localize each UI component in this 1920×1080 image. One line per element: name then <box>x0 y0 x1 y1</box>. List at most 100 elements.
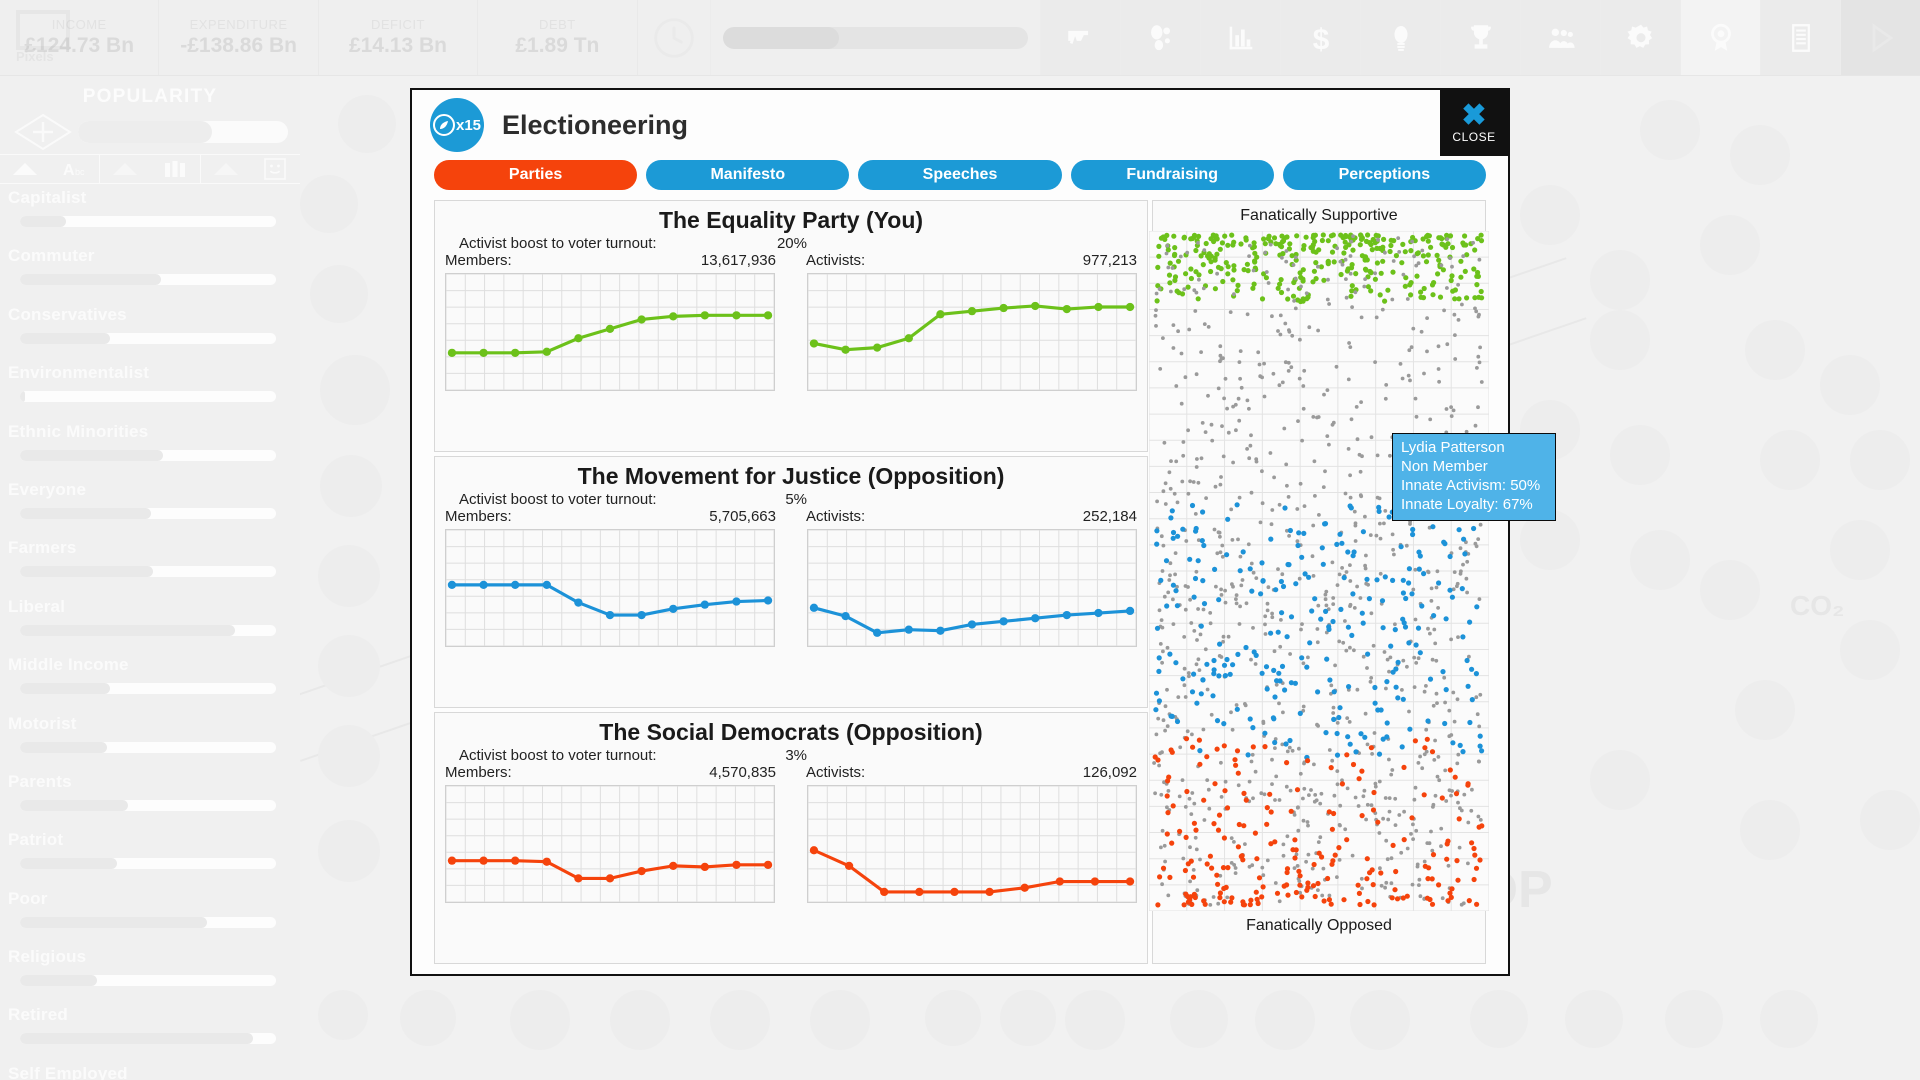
tab-parties[interactable]: Parties <box>434 160 638 190</box>
game-logo-watermark: Pixels <box>16 10 96 72</box>
popularity-row[interactable]: Commuter <box>0 244 300 302</box>
decor-circle <box>1590 310 1650 370</box>
party-counts-row: Members: 13,617,936 Activists: 977,213 <box>445 252 1137 269</box>
popularity-row[interactable]: Patriot <box>0 828 300 886</box>
popularity-bar <box>20 332 276 344</box>
electioneering-dialog: x15 Electioneering ✖ CLOSE Parties Manif… <box>410 88 1556 976</box>
decor-circle <box>1700 215 1760 275</box>
popularity-bar <box>20 683 276 695</box>
activists-line-chart <box>807 273 1137 391</box>
sidebar-title: POPULARITY <box>82 86 218 107</box>
tooltip-activism: Innate Activism: 50% <box>1401 477 1541 494</box>
popularity-bar <box>20 975 276 987</box>
people-icon[interactable] <box>1520 0 1601 75</box>
popularity-row[interactable]: Everyone <box>0 478 300 536</box>
tab-fundraising[interactable]: Fundraising <box>1070 160 1274 190</box>
popularity-group-name: Retired <box>8 1005 68 1025</box>
sort-up-icon-2[interactable] <box>100 155 150 183</box>
popularity-group-name: Patriot <box>8 830 64 850</box>
party-card: The Movement for Justice (Opposition) Ac… <box>434 456 1148 708</box>
group-size-icon[interactable] <box>150 155 201 183</box>
sidebar-sort-tabs: Abc <box>0 154 300 184</box>
stat-debt-label: DEBT <box>539 17 576 32</box>
popularity-row[interactable]: Religious <box>0 945 300 1003</box>
popularity-bar <box>20 391 276 403</box>
tab-perceptions[interactable]: Perceptions <box>1282 160 1487 190</box>
activists-value: 977,213 <box>1082 252 1137 269</box>
stat-deficit-value: £14.13 Bn <box>348 34 447 57</box>
popularity-row[interactable]: Parents <box>0 770 300 828</box>
popularity-sidebar: POPULARITY Abc Capitalist Commuter Conserv… <box>0 76 300 1080</box>
decor-circle <box>1610 425 1670 485</box>
decor-circle <box>320 455 382 517</box>
close-icon: ✖ <box>1461 99 1487 132</box>
popularity-bar <box>20 566 276 578</box>
popularity-row[interactable]: Liberal <box>0 595 300 653</box>
boost-label: Activist boost to voter turnout: <box>459 747 657 764</box>
tab-manifesto[interactable]: Manifesto <box>646 160 850 190</box>
popularity-row[interactable]: Capitalist <box>0 186 300 244</box>
tab-speeches[interactable]: Speeches <box>858 160 1062 190</box>
decor-circle <box>318 820 380 882</box>
list-icon[interactable] <box>1760 0 1841 75</box>
turn-progress-bar[interactable] <box>711 0 1040 75</box>
close-button[interactable]: ✖ CLOSE <box>1440 90 1508 156</box>
popularity-group-name: Environmentalist <box>8 363 150 383</box>
members-label: Members: <box>445 252 512 269</box>
boost-value: 5% <box>785 491 807 508</box>
sidebar-header-controls <box>0 108 300 154</box>
sort-alpha-icon[interactable]: Abc <box>50 155 101 183</box>
activists-value: 126,092 <box>1082 764 1137 781</box>
boost-label: Activist boost to voter turnout: <box>459 235 657 252</box>
award-icon[interactable] <box>1680 0 1761 75</box>
decor-circle <box>318 990 368 1040</box>
popularity-group-name: Commuter <box>8 246 95 266</box>
decor-circle <box>1640 100 1700 160</box>
stat-debt: DEBT £1.89 Tn <box>478 0 638 75</box>
tooltip-membership: Non Member <box>1401 458 1488 475</box>
popularity-group-name: Religious <box>8 947 87 967</box>
popularity-row[interactable]: Motorist <box>0 712 300 770</box>
policy-icon[interactable] <box>1120 0 1201 75</box>
lightbulb-icon[interactable] <box>1360 0 1441 75</box>
decor-circle <box>338 95 396 153</box>
smiley-icon[interactable] <box>250 155 300 183</box>
leaf-emblem-icon <box>432 114 455 136</box>
popularity-bar <box>20 624 276 636</box>
sort-up-icon-1[interactable] <box>0 155 50 183</box>
popularity-bar <box>20 799 276 811</box>
activists-label: Activists: <box>806 252 866 269</box>
popularity-row[interactable]: Environmentalist <box>0 361 300 419</box>
popularity-row[interactable]: Retired <box>0 1003 300 1061</box>
close-label: CLOSE <box>1452 130 1496 144</box>
clock-icon[interactable] <box>638 0 712 75</box>
activists-line-chart <box>807 785 1137 903</box>
party-list: The Equality Party (You) Activist boost … <box>434 200 1148 964</box>
popularity-group-name: Capitalist <box>8 188 87 207</box>
members-label: Members: <box>445 764 512 781</box>
popularity-row[interactable]: Conservatives <box>0 303 300 361</box>
play-icon[interactable] <box>1840 0 1920 75</box>
popularity-bar <box>20 916 276 928</box>
bar-chart-icon[interactable] <box>1200 0 1281 75</box>
gun-icon[interactable] <box>1040 0 1121 75</box>
decor-circle <box>1520 185 1580 245</box>
sort-up-icon-3[interactable] <box>201 155 251 183</box>
dialog-body: The Equality Party (You) Activist boost … <box>412 190 1556 980</box>
voter-scatter-plot[interactable]: Lydia Patterson Non Member Innate Activi… <box>1149 231 1556 911</box>
decor-circle <box>1565 990 1623 1048</box>
gear-icon[interactable] <box>1600 0 1681 75</box>
popularity-row[interactable]: Ethnic Minorities <box>0 420 300 478</box>
tooltip-name: Lydia Patterson <box>1401 439 1505 456</box>
popularity-row[interactable]: Poor <box>0 887 300 945</box>
activists-row: Activists: 252,184 <box>806 508 1137 525</box>
dollar-icon[interactable]: $ <box>1280 0 1361 75</box>
decor-circle <box>400 990 456 1046</box>
svg-text:A: A <box>63 162 75 178</box>
popularity-slider[interactable] <box>78 121 288 143</box>
popularity-row[interactable]: Self Employed <box>0 1062 300 1080</box>
popularity-row[interactable]: Farmers <box>0 536 300 594</box>
trophy-icon[interactable] <box>1440 0 1521 75</box>
popularity-row[interactable]: Middle Income <box>0 653 300 711</box>
members-line-chart <box>445 529 775 647</box>
